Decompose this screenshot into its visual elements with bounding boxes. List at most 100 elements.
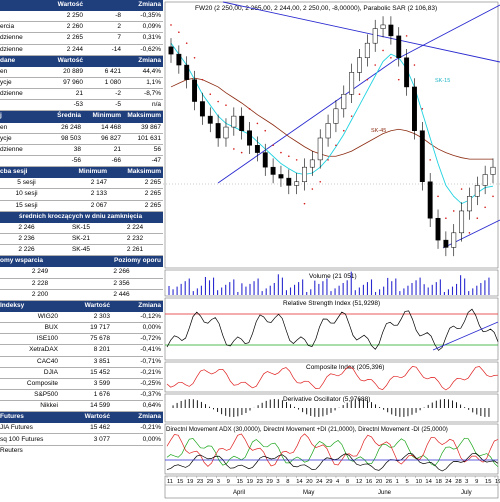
table-cell: 2 265: [109, 200, 163, 212]
candle-body: [247, 130, 252, 146]
volume-table: dane Wartość Zmiana en 20 889 6 421 44,4% ycje 9…: [0, 55, 163, 112]
candle-body: [309, 159, 315, 168]
x-tick-label: 14: [296, 479, 303, 485]
table-cell: 7: [85, 32, 123, 45]
sar-dot: [342, 129, 345, 132]
x-tick-label: 24: [316, 479, 323, 485]
candle-body: [388, 24, 394, 37]
column-header: Indeksy: [0, 300, 60, 312]
futures-table: Futures Wartość Zmiana JIA Futures 15 462 -0,…: [0, 412, 163, 446]
table-row: 2 226 SK-45 2 261: [0, 244, 163, 257]
sar-dot: [280, 151, 282, 154]
table-cell: 38: [40, 144, 83, 156]
sar-dot: [429, 159, 431, 161]
sar-dot: [421, 108, 424, 110]
x-tick-label: 29: [207, 479, 213, 485]
x-tick-label: 16: [366, 479, 372, 485]
x-tick-label: 29: [266, 479, 272, 485]
x-tick-label: 28: [455, 479, 461, 485]
sar-dot: [460, 188, 463, 190]
sar-dot: [405, 35, 408, 37]
table-row: XetraDAX 8 201 -0,41%: [0, 344, 163, 357]
sar-dot: [185, 42, 188, 44]
table-cell: 2 246: [0, 222, 55, 234]
column-header: [0, 0, 40, 12]
column-header: Zmiana: [85, 0, 163, 12]
table-row: 2 236 SK-21 2 232: [0, 233, 163, 246]
table-cell: CAC40: [0, 356, 60, 368]
table-cell: SK-45: [55, 244, 109, 257]
column-header: Wartość: [60, 300, 112, 312]
table-row: S&P500 1 676 -0,37%: [0, 389, 163, 402]
table-cell: 2 249: [0, 266, 82, 279]
candle-body: [459, 210, 465, 234]
table-cell: -0,21%: [112, 367, 163, 379]
table-cell: 2 265: [40, 32, 85, 45]
column-header: Futures: [0, 412, 60, 424]
x-tick-label: 11: [167, 479, 173, 485]
table-cell: 0,64%: [112, 400, 163, 413]
sar-dot: [240, 151, 243, 154]
table-cell: 2 250: [40, 10, 85, 23]
x-tick-label: 29: [326, 479, 332, 485]
sar-dot: [225, 104, 227, 106]
sar-dot: [170, 24, 172, 26]
sar-dot: [233, 148, 235, 150]
table-cell: WIG20: [0, 311, 60, 324]
quote-panel: Wartość Zmiana 2 250 -8 -0,35% ercia 2 260 2 0,0…: [0, 0, 163, 500]
table-cell: -0,25%: [112, 378, 163, 390]
x-tick-label: 19: [247, 479, 253, 485]
chart-area: FW20 (2 250,00, 2 265,00, 2 244,00, 2 25…: [163, 0, 500, 500]
x-tick-label: 10: [415, 479, 421, 485]
month-label: June: [378, 490, 392, 496]
table-row: ISE100 75 678 -0,72%: [0, 333, 163, 346]
sar-dot: [327, 159, 329, 161]
candle-body: [490, 166, 496, 175]
sar-dot: [484, 206, 486, 209]
price-pane: FW20 (2 250,00, 2 265,00, 2 244,00, 2 25…: [163, 1, 500, 269]
table-header: Futures Wartość Zmiana: [0, 412, 163, 424]
x-tick-label: 3: [276, 479, 279, 485]
sar-dot: [374, 64, 376, 66]
sar-dot: [209, 93, 212, 96]
table-header: omy wsparcia Poziomy oporu: [0, 256, 163, 268]
table-row: -53 -5 n/a: [0, 99, 163, 112]
table-row: en 26 248 14 468 39 867: [0, 122, 163, 134]
table-cell: 2 147: [55, 177, 109, 190]
table-cell: 6 421: [85, 66, 123, 78]
candle-body: [262, 152, 268, 168]
column-header: Maksimum: [123, 111, 163, 123]
candle-body: [215, 123, 221, 139]
table-cell: 2 244: [40, 44, 85, 56]
table-row: Composite 3 599 -0,25%: [0, 378, 163, 390]
x-tick-label: 26: [386, 479, 392, 485]
table-row: dzienne 2 265 7 0,31%: [0, 32, 163, 45]
month-label: April: [233, 490, 245, 496]
table-cell: 0,09%: [123, 21, 163, 34]
column-header: dane: [0, 55, 40, 67]
table-cell: Nikkei: [0, 400, 60, 413]
table-cell: XetraDAX: [0, 344, 60, 357]
table-row: ycje 98 503 96 827 101 631: [0, 133, 163, 145]
candle-body: [364, 42, 370, 59]
table-cell: 8 201: [60, 344, 112, 357]
table-row: 10 sesji 2 133 2 265: [0, 188, 163, 201]
table-cell: [0, 10, 40, 23]
candle-body: [286, 177, 292, 186]
rsi-pane: Relative Strength Index (51,9298): [164, 297, 499, 361]
sar-dot: [178, 31, 180, 34]
table-cell: en: [0, 66, 40, 78]
candle-body: [451, 232, 457, 248]
table-cell: -0,41%: [112, 344, 163, 357]
sar-dot: [445, 217, 447, 220]
table-cell: 2 133: [55, 188, 109, 201]
table-row: 2 250 -8 -0,35%: [0, 10, 163, 23]
derivative-title: Derivative Oscillator (5,97688): [283, 396, 370, 403]
table-cell: -8,7%: [123, 88, 163, 101]
table-row: 2 200 2 446: [0, 289, 163, 301]
table-row: -56 -66 -47: [0, 155, 163, 168]
column-header: Poziomy oporu: [82, 256, 163, 268]
table-cell: -0,72%: [112, 333, 163, 346]
table-row: ycje 97 960 1 080 1,1%: [0, 77, 163, 90]
candle-body: [325, 123, 331, 139]
